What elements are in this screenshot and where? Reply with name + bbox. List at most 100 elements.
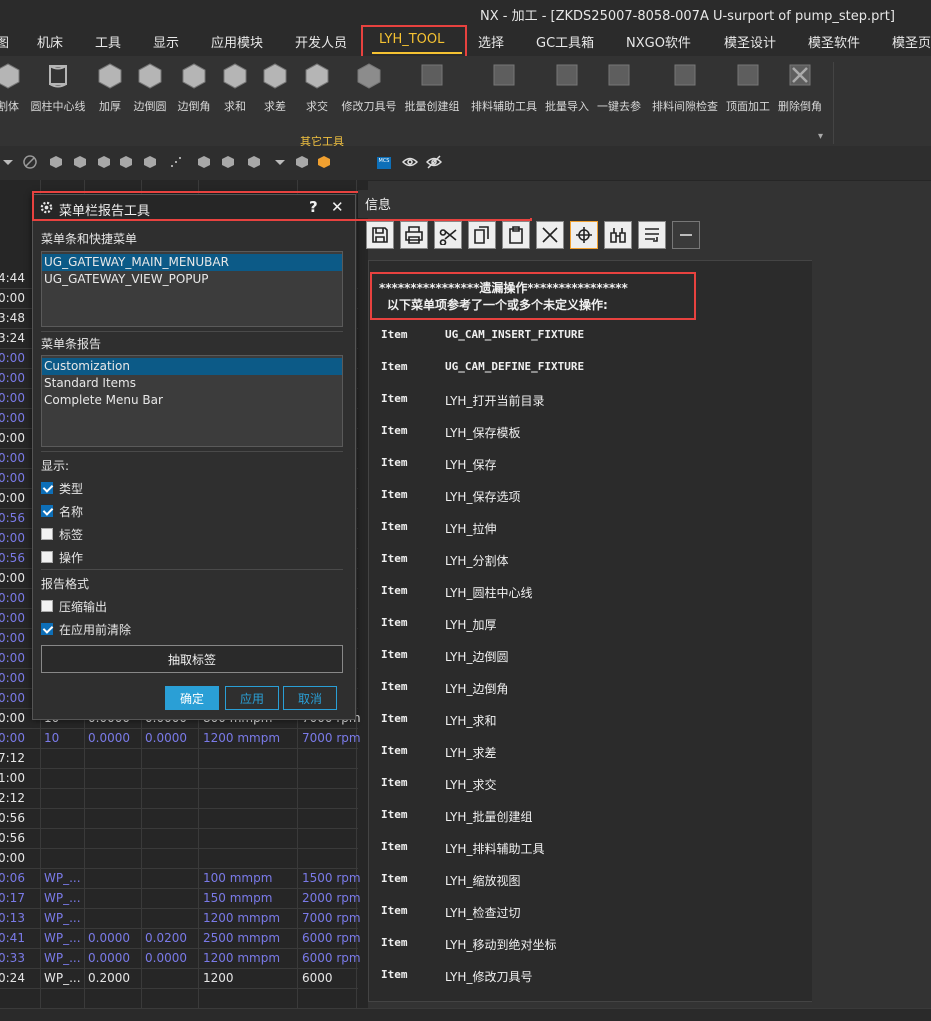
- table-cell: 0:33: [0, 951, 25, 965]
- ribbon-icon-12: [608, 64, 630, 86]
- table-cell: 1200 mmpm: [203, 731, 281, 745]
- menubar-list-item[interactable]: UG_GATEWAY_VIEW_POPUP: [42, 271, 342, 288]
- info-item-value: LYH_缩放视图: [445, 874, 521, 888]
- table-row[interactable]: 0:06 WP_... 100 mmpm 1500 rpm: [0, 868, 361, 889]
- info-toolbar: [366, 218, 716, 254]
- no-select-icon[interactable]: [22, 154, 38, 170]
- report-list-item[interactable]: Complete Menu Bar: [42, 392, 342, 409]
- table-cell: 0:56: [0, 511, 25, 525]
- print-button[interactable]: [400, 221, 428, 249]
- cube-icon[interactable]: [96, 154, 112, 170]
- extract-labels-button[interactable]: 抽取标签: [41, 645, 343, 673]
- table-row[interactable]: 0:24 WP_... 0.2000 1200 6000: [0, 968, 358, 989]
- info-item-value: LYH_保存选项: [445, 490, 521, 504]
- info-item-value: LYH_批量创建组: [445, 810, 533, 824]
- horizontal-scrollbar[interactable]: [0, 1008, 931, 1021]
- cancel-button[interactable]: 取消: [283, 686, 337, 710]
- eye-icon[interactable]: [402, 154, 418, 170]
- wrap-button[interactable]: [638, 221, 666, 249]
- save-button[interactable]: [366, 221, 394, 249]
- locate-button[interactable]: [570, 221, 598, 249]
- cube-icon[interactable]: [48, 154, 64, 170]
- ok-button[interactable]: 确定: [165, 686, 219, 710]
- table-row[interactable]: 0:17 WP_... 150 mmpm 2000 rpm: [0, 888, 361, 909]
- checkbox[interactable]: [41, 623, 53, 635]
- snap-icon[interactable]: [220, 154, 236, 170]
- report-list-item[interactable]: Standard Items: [42, 375, 342, 392]
- dropdown-icon[interactable]: [272, 154, 288, 170]
- table-row[interactable]: 0:00 10 0.0000 0.0000 1200 mmpm 7000 rpm: [0, 728, 361, 749]
- cube-icon[interactable]: [118, 154, 134, 170]
- table-cell: WP_...: [44, 891, 81, 905]
- filter-icon[interactable]: [196, 154, 212, 170]
- menu-item-9[interactable]: NXGO软件: [626, 32, 691, 51]
- checkbox[interactable]: [41, 600, 53, 612]
- cut-button[interactable]: [434, 221, 462, 249]
- divider: [41, 331, 343, 332]
- checkbox[interactable]: [41, 482, 53, 494]
- dropdown-icon[interactable]: [0, 154, 16, 170]
- checkbox[interactable]: [41, 551, 53, 563]
- table-cell: 0:06: [0, 871, 25, 885]
- table-row[interactable]: 0:33 WP_... 0.0000 0.0000 1200 mmpm 6000 rpm: [0, 948, 361, 969]
- table-row[interactable]: 0:13 WP_... 1200 mmpm 7000 rpm: [0, 908, 361, 929]
- ribbon-button-13[interactable]: 排料间隙检查: [650, 56, 720, 126]
- table-row[interactable]: 0:56: [0, 808, 358, 829]
- ribbon-button-8[interactable]: 修改刀具号: [334, 56, 404, 126]
- ribbon-button-10[interactable]: 排料辅助工具: [469, 56, 539, 126]
- paste-button[interactable]: [502, 221, 530, 249]
- report-list-item[interactable]: Customization: [42, 358, 342, 375]
- ribbon-expand-icon[interactable]: ▾: [818, 131, 823, 142]
- mcs-eye-icon[interactable]: MCS: [376, 154, 392, 170]
- table-cell: 1200 mmpm: [203, 911, 281, 925]
- table-row[interactable]: 2:12: [0, 788, 358, 809]
- menu-item-12[interactable]: 模圣页: [892, 32, 931, 51]
- view-icon[interactable]: [246, 154, 262, 170]
- copy-button[interactable]: [468, 221, 496, 249]
- checkbox[interactable]: [41, 528, 53, 540]
- hide-eye-icon[interactable]: [426, 154, 442, 170]
- menu-item-5[interactable]: 开发人员: [295, 32, 347, 51]
- ribbon-button-15[interactable]: 删除倒角: [765, 56, 835, 126]
- info-item-value: LYH_求交: [445, 778, 497, 792]
- table-row[interactable]: 0:41 WP_... 0.0000 0.0200 2500 mmpm 6000 rpm: [0, 928, 361, 949]
- menu-item-1[interactable]: 机床: [37, 32, 63, 51]
- menubar-listbox[interactable]: UG_GATEWAY_MAIN_MENUBAR UG_GATEWAY_VIEW_P…: [41, 251, 343, 327]
- table-cell: 0:00: [0, 351, 25, 365]
- find-button[interactable]: [604, 221, 632, 249]
- info-item-value: LYH_批量导入: [445, 1000, 520, 1001]
- table-row[interactable]: 0:00: [0, 848, 358, 869]
- table-cell: 0:24: [0, 971, 25, 985]
- menu-item-11[interactable]: 模圣软件: [808, 32, 860, 51]
- info-item-key: Item: [381, 904, 408, 917]
- delete-button[interactable]: [536, 221, 564, 249]
- info-text-area[interactable]: ****************遗漏操作**************** 以下菜单…: [368, 260, 814, 1002]
- table-cell: 0.0000: [145, 951, 187, 965]
- table-cell: 0:00: [0, 371, 25, 385]
- report-type-listbox[interactable]: Customization Standard Items Complete Menu…: [41, 355, 343, 447]
- face-icon[interactable]: [72, 154, 88, 170]
- table-row[interactable]: 1:00: [0, 768, 358, 789]
- ribbon-button-12[interactable]: 一键去参: [584, 56, 654, 126]
- minimize-button[interactable]: [672, 221, 700, 249]
- menu-item-4[interactable]: 应用模块: [211, 32, 263, 51]
- table-row[interactable]: 7:12: [0, 748, 358, 769]
- ribbon-icon-9: [421, 64, 443, 86]
- menu-item-2[interactable]: 工具: [95, 32, 121, 51]
- ribbon-button-9[interactable]: 批量创建组: [397, 56, 467, 126]
- table-row[interactable]: 0:56: [0, 828, 358, 849]
- points-icon[interactable]: [168, 154, 184, 170]
- cube-icon[interactable]: [142, 154, 158, 170]
- menu-item-8[interactable]: GC工具箱: [536, 32, 594, 51]
- highlight-cube-icon[interactable]: [316, 154, 332, 170]
- menubar-list-item[interactable]: UG_GATEWAY_MAIN_MENUBAR: [42, 254, 342, 271]
- apply-button[interactable]: 应用: [225, 686, 279, 710]
- cube-icon[interactable]: [294, 154, 310, 170]
- checkbox[interactable]: [41, 505, 53, 517]
- menu-item-7[interactable]: 选择: [478, 32, 504, 51]
- info-window-title: 信息: [365, 198, 392, 213]
- menu-item-10[interactable]: 模圣设计: [724, 32, 776, 51]
- menu-item-0[interactable]: 图: [0, 32, 9, 51]
- table-cell: 0:00: [0, 591, 25, 605]
- menu-item-3[interactable]: 显示: [153, 32, 179, 51]
